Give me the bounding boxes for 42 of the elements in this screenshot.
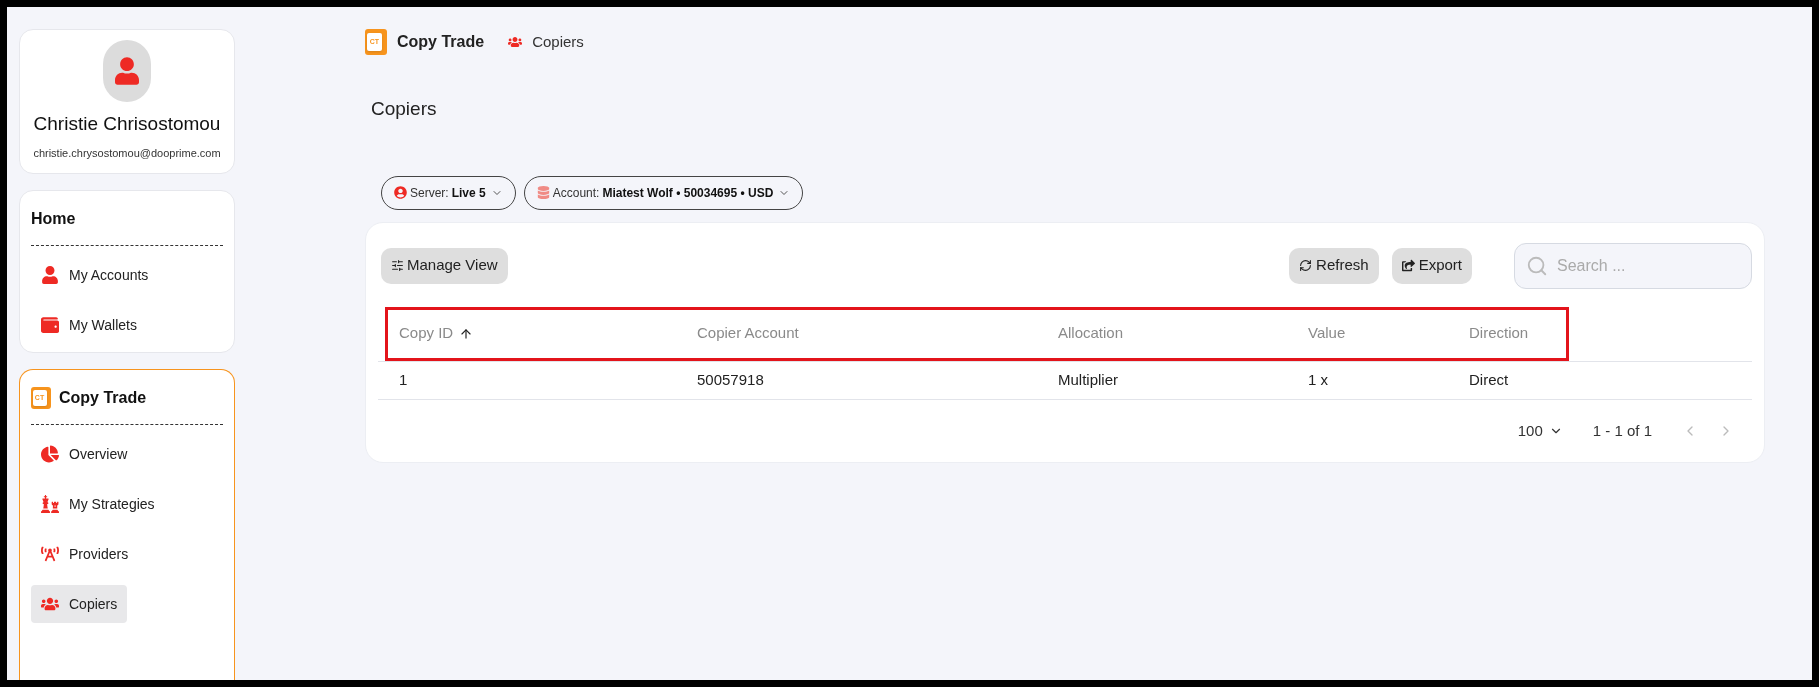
user-email: christie.chrysostomou@dooprime.com [33,145,221,161]
column-header[interactable]: Copy ID [399,322,454,345]
breadcrumb-link[interactable]: Copy Trade [397,30,485,54]
nav-item[interactable]: Copiers [31,585,128,623]
table-cell: Multiplier [1058,371,1118,388]
column-header[interactable]: Copier Account [697,322,799,345]
people-icon [508,35,523,49]
export-icon [1401,259,1415,272]
nav-item[interactable]: Providers [31,535,139,573]
breadcrumb-current: Copiers [532,31,584,52]
table-cell: 50057918 [697,371,764,388]
chess-pieces-icon [41,495,59,513]
wallet-icon [41,316,59,334]
sliders-icon [391,259,404,272]
server-icon [394,186,407,199]
table-cell: 1 [399,371,408,388]
person-icon [41,266,59,284]
refresh-button[interactable]: Refresh [1289,247,1379,284]
table-cell: 1 x [1308,371,1328,388]
account-icon [536,186,550,199]
nav-item[interactable]: My Strategies [31,485,165,523]
table-cell: Direct [1469,371,1509,388]
manage-view-button[interactable]: Manage View [381,247,508,284]
column-header[interactable]: Allocation [1058,322,1124,345]
page-title: Copiers [371,97,438,121]
user-name: Christie Chrisostomou [33,112,221,136]
pie-chart-icon [41,445,59,463]
page-size-dropdown[interactable]: 100 [1517,419,1563,442]
nav-item[interactable]: Overview [31,435,138,473]
nav-section-title: Copy Trade [59,388,147,408]
search-icon [1526,254,1548,277]
refresh-icon [1299,259,1313,272]
avatar-icon [103,40,151,102]
people-icon [41,595,59,613]
nav-item[interactable]: My Accounts [31,256,159,294]
nav-item[interactable]: My Wallets [31,306,147,344]
radio-tower-icon [41,545,59,563]
export-button[interactable]: Export [1391,247,1472,284]
page-range: 1 - 1 of 1 [1592,420,1652,441]
column-header[interactable]: Value [1308,322,1346,345]
nav-section-title: Home [31,209,76,229]
search-field[interactable]: Search ... [1514,242,1752,289]
